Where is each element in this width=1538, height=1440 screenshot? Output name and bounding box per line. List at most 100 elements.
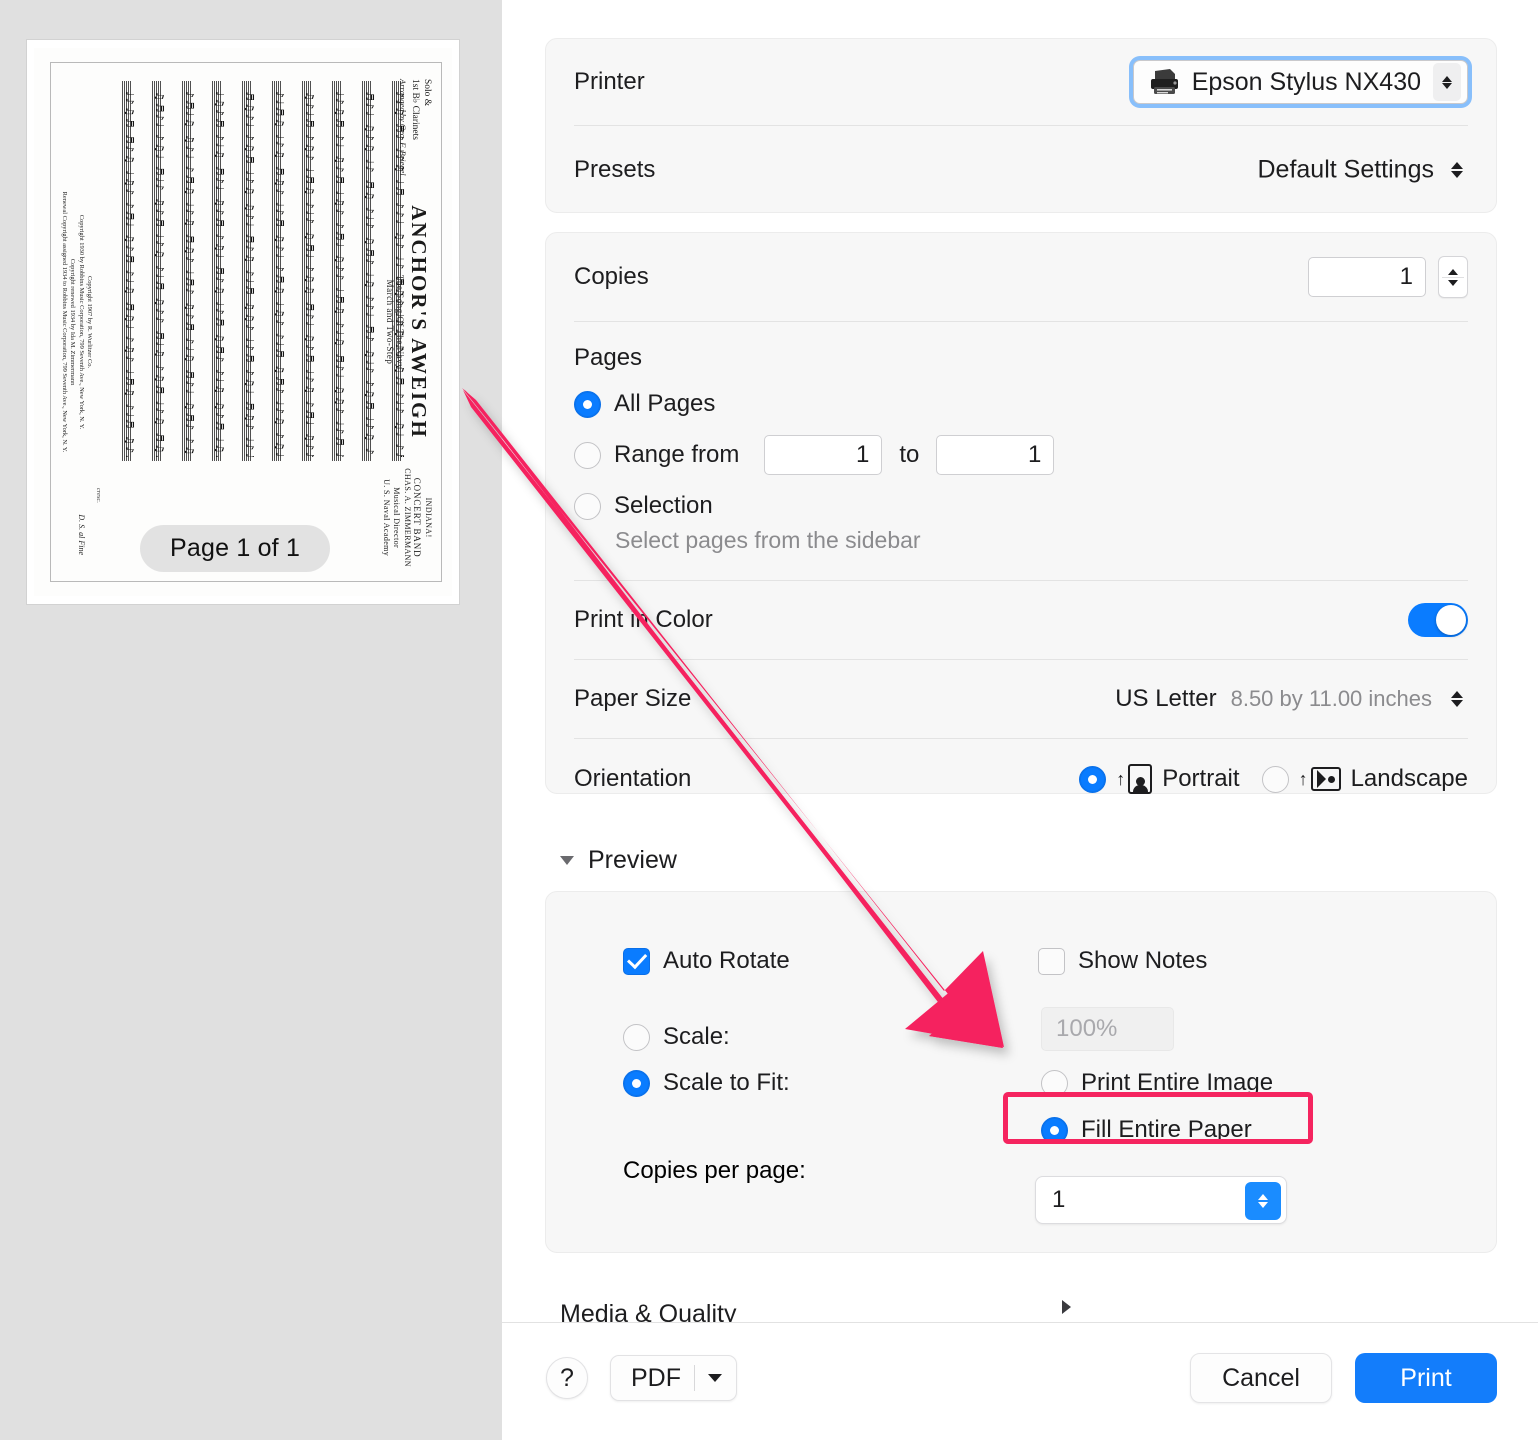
portrait-label: Portrait <box>1162 765 1240 792</box>
range-from-label: Range from <box>614 441 740 468</box>
print-in-color-row: Print in Color <box>546 581 1496 659</box>
pdf-button[interactable]: PDF <box>610 1355 737 1401</box>
copies-label: Copies <box>574 263 649 290</box>
orientation-row: Orientation ↑ Portrait ↑ Landscape <box>546 739 1496 819</box>
show-notes-label: Show Notes <box>1078 947 1208 974</box>
range-from-input[interactable]: 1 <box>764 435 883 475</box>
printer-label: Printer <box>574 68 645 95</box>
chevron-updown-icon[interactable] <box>1446 162 1468 178</box>
print-button[interactable]: Print <box>1355 1353 1497 1403</box>
page-thumbnail[interactable]: Solo & 1st B♭ Clarinets Arranged by Geo.… <box>26 39 460 605</box>
preview-sidebar: Solo & 1st B♭ Clarinets Arranged by Geo.… <box>0 0 502 1440</box>
chevron-updown-icon[interactable] <box>1433 63 1461 101</box>
landscape-label: Landscape <box>1350 765 1468 792</box>
cancel-button[interactable]: Cancel <box>1190 1353 1332 1403</box>
radio-print-entire-image[interactable]: Print Entire Image <box>1041 1069 1287 1097</box>
printer-icon <box>1150 69 1178 94</box>
presets-label: Presets <box>574 156 656 183</box>
copyright-line-2: Copyright 1930 by Robbins Music Corporat… <box>77 214 85 430</box>
radio-indicator <box>623 1023 650 1051</box>
page-counter-badge: Page 1 of 1 <box>140 525 331 572</box>
radio-indicator <box>574 492 601 520</box>
copies-per-page-label: Copies per page: <box>623 1157 806 1184</box>
scale-input[interactable]: 100% <box>1041 1007 1174 1051</box>
preview-header-label: Preview <box>588 846 677 874</box>
divider <box>694 1365 695 1391</box>
paper-size-dimensions: 8.50 by 11.00 inches <box>1230 686 1432 711</box>
chevron-down-icon <box>560 856 574 865</box>
radio-portrait[interactable]: ↑ Portrait <box>1079 764 1240 794</box>
copyright-block: Copyright 1907 by R. Wurlitzer Co. Copyr… <box>60 63 93 581</box>
printer-row: Printer Epson Stylus NX430 <box>546 39 1496 125</box>
radio-indicator <box>1041 1116 1068 1144</box>
dialog-toolbar: ? PDF Cancel Print <box>502 1323 1538 1440</box>
landscape-icon: ↑ <box>1299 767 1341 791</box>
range-to-label: to <box>899 441 920 468</box>
band-line-3: CHAS. A. ZIMMERMANN <box>403 468 412 567</box>
printer-name: Epson Stylus NX430 <box>1191 67 1421 96</box>
scale-to-fit-label: Scale to Fit: <box>663 1069 790 1096</box>
music-staves: ♪♩♫ ♬♪ ♩♪♫ ♩♬ ♪♪♩ ♫♪ ♩♪ ♬♫♪ ♩♪♫ ♪♩ ♫♬ ♪♩… <box>85 81 406 461</box>
scale-label: Scale: <box>663 1023 730 1050</box>
copyright-line-3: Copyright renewed 1934 by Ida M. Zimmerm… <box>69 258 77 386</box>
print-entire-image-label: Print Entire Image <box>1081 1069 1274 1096</box>
preview-section-header[interactable]: Preview <box>560 846 677 875</box>
presets-row: Presets Default Settings <box>546 126 1496 214</box>
preview-left-column: Auto Rotate Scale: Scale to Fit: Copies … <box>623 947 806 1185</box>
band-credit-block: INDIANA! CONCERT BAND CHAS. A. ZIMMERMAN… <box>381 468 433 567</box>
checkbox-auto-rotate[interactable]: Auto Rotate <box>623 947 806 975</box>
radio-indicator <box>574 390 601 418</box>
checkbox-show-notes[interactable]: Show Notes <box>1038 947 1287 975</box>
sheet-music-page: Solo & 1st B♭ Clarinets Arranged by Geo.… <box>34 48 452 596</box>
radio-indicator <box>1079 765 1107 793</box>
range-to-input[interactable]: 1 <box>936 435 1055 475</box>
print-in-color-label: Print in Color <box>574 606 713 633</box>
copyright-line-1: Copyright 1907 by R. Wurlitzer Co. <box>85 275 93 369</box>
pages-group: Pages All Pages Range from 1 to 1 Select… <box>546 322 1496 554</box>
paper-size-row: Paper Size US Letter 8.50 by 11.00 inche… <box>546 660 1496 738</box>
copies-stepper[interactable] <box>1438 256 1468 298</box>
radio-fill-entire-paper[interactable]: Fill Entire Paper <box>1041 1116 1287 1144</box>
print-in-color-toggle[interactable] <box>1408 603 1468 637</box>
band-line-5: U. S. Naval Academy <box>382 479 391 557</box>
radio-selection[interactable]: Selection <box>574 492 1468 520</box>
print-dialog: Solo & 1st B♭ Clarinets Arranged by Geo.… <box>0 0 1538 1440</box>
radio-landscape[interactable]: ↑ Landscape <box>1261 765 1468 793</box>
copies-row: Copies 1 <box>546 233 1496 321</box>
printer-select[interactable]: Epson Stylus NX430 <box>1132 60 1468 104</box>
auto-rotate-label: Auto Rotate <box>663 947 790 974</box>
presets-value[interactable]: Default Settings <box>1258 156 1435 185</box>
chevron-updown-icon[interactable] <box>1446 691 1468 707</box>
radio-indicator <box>1041 1069 1068 1097</box>
paper-size-label: Paper Size <box>574 685 692 712</box>
chevron-updown-icon[interactable] <box>1245 1182 1281 1220</box>
copies-per-page-select[interactable]: 1 <box>1035 1176 1287 1224</box>
cresc-marking: cresc. <box>95 487 102 503</box>
print-options-card: Copies 1 Pages All Pages Range from 1 to… <box>545 232 1497 794</box>
portrait-icon: ↑ <box>1116 764 1153 794</box>
all-pages-label: All Pages <box>614 390 716 417</box>
radio-all-pages[interactable]: All Pages <box>574 390 1468 418</box>
copies-input[interactable]: 1 <box>1308 257 1426 297</box>
selection-hint: Select pages from the sidebar <box>615 527 921 553</box>
radio-indicator <box>574 441 601 469</box>
pdf-label: PDF <box>631 1363 681 1392</box>
checkbox-indicator <box>623 947 650 975</box>
radio-range[interactable]: Range from 1 to 1 <box>574 435 1468 475</box>
radio-indicator <box>623 1069 650 1097</box>
radio-scale[interactable]: Scale: <box>623 1023 806 1051</box>
paper-size-value[interactable]: US Letter <box>1115 685 1216 713</box>
settings-panel: Printer Epson Stylus NX430 Presets Defau… <box>502 0 1538 1440</box>
copyright-line-4: Renewal Copyright assigned 1934 to Robbi… <box>61 191 69 453</box>
pages-label: Pages <box>574 344 643 371</box>
fill-entire-paper-label: Fill Entire Paper <box>1081 1116 1252 1143</box>
band-line-2: CONCERT BAND <box>412 477 423 558</box>
band-line-4: Musical Director <box>392 487 402 549</box>
help-button[interactable]: ? <box>546 1357 588 1399</box>
radio-scale-to-fit[interactable]: Scale to Fit: <box>623 1069 806 1097</box>
band-line-1: INDIANA! <box>424 497 433 538</box>
chevron-down-icon <box>708 1374 722 1382</box>
preview-options-card: Auto Rotate Scale: Scale to Fit: Copies … <box>545 891 1497 1253</box>
orientation-label: Orientation <box>574 765 692 792</box>
radio-indicator <box>1261 765 1289 793</box>
